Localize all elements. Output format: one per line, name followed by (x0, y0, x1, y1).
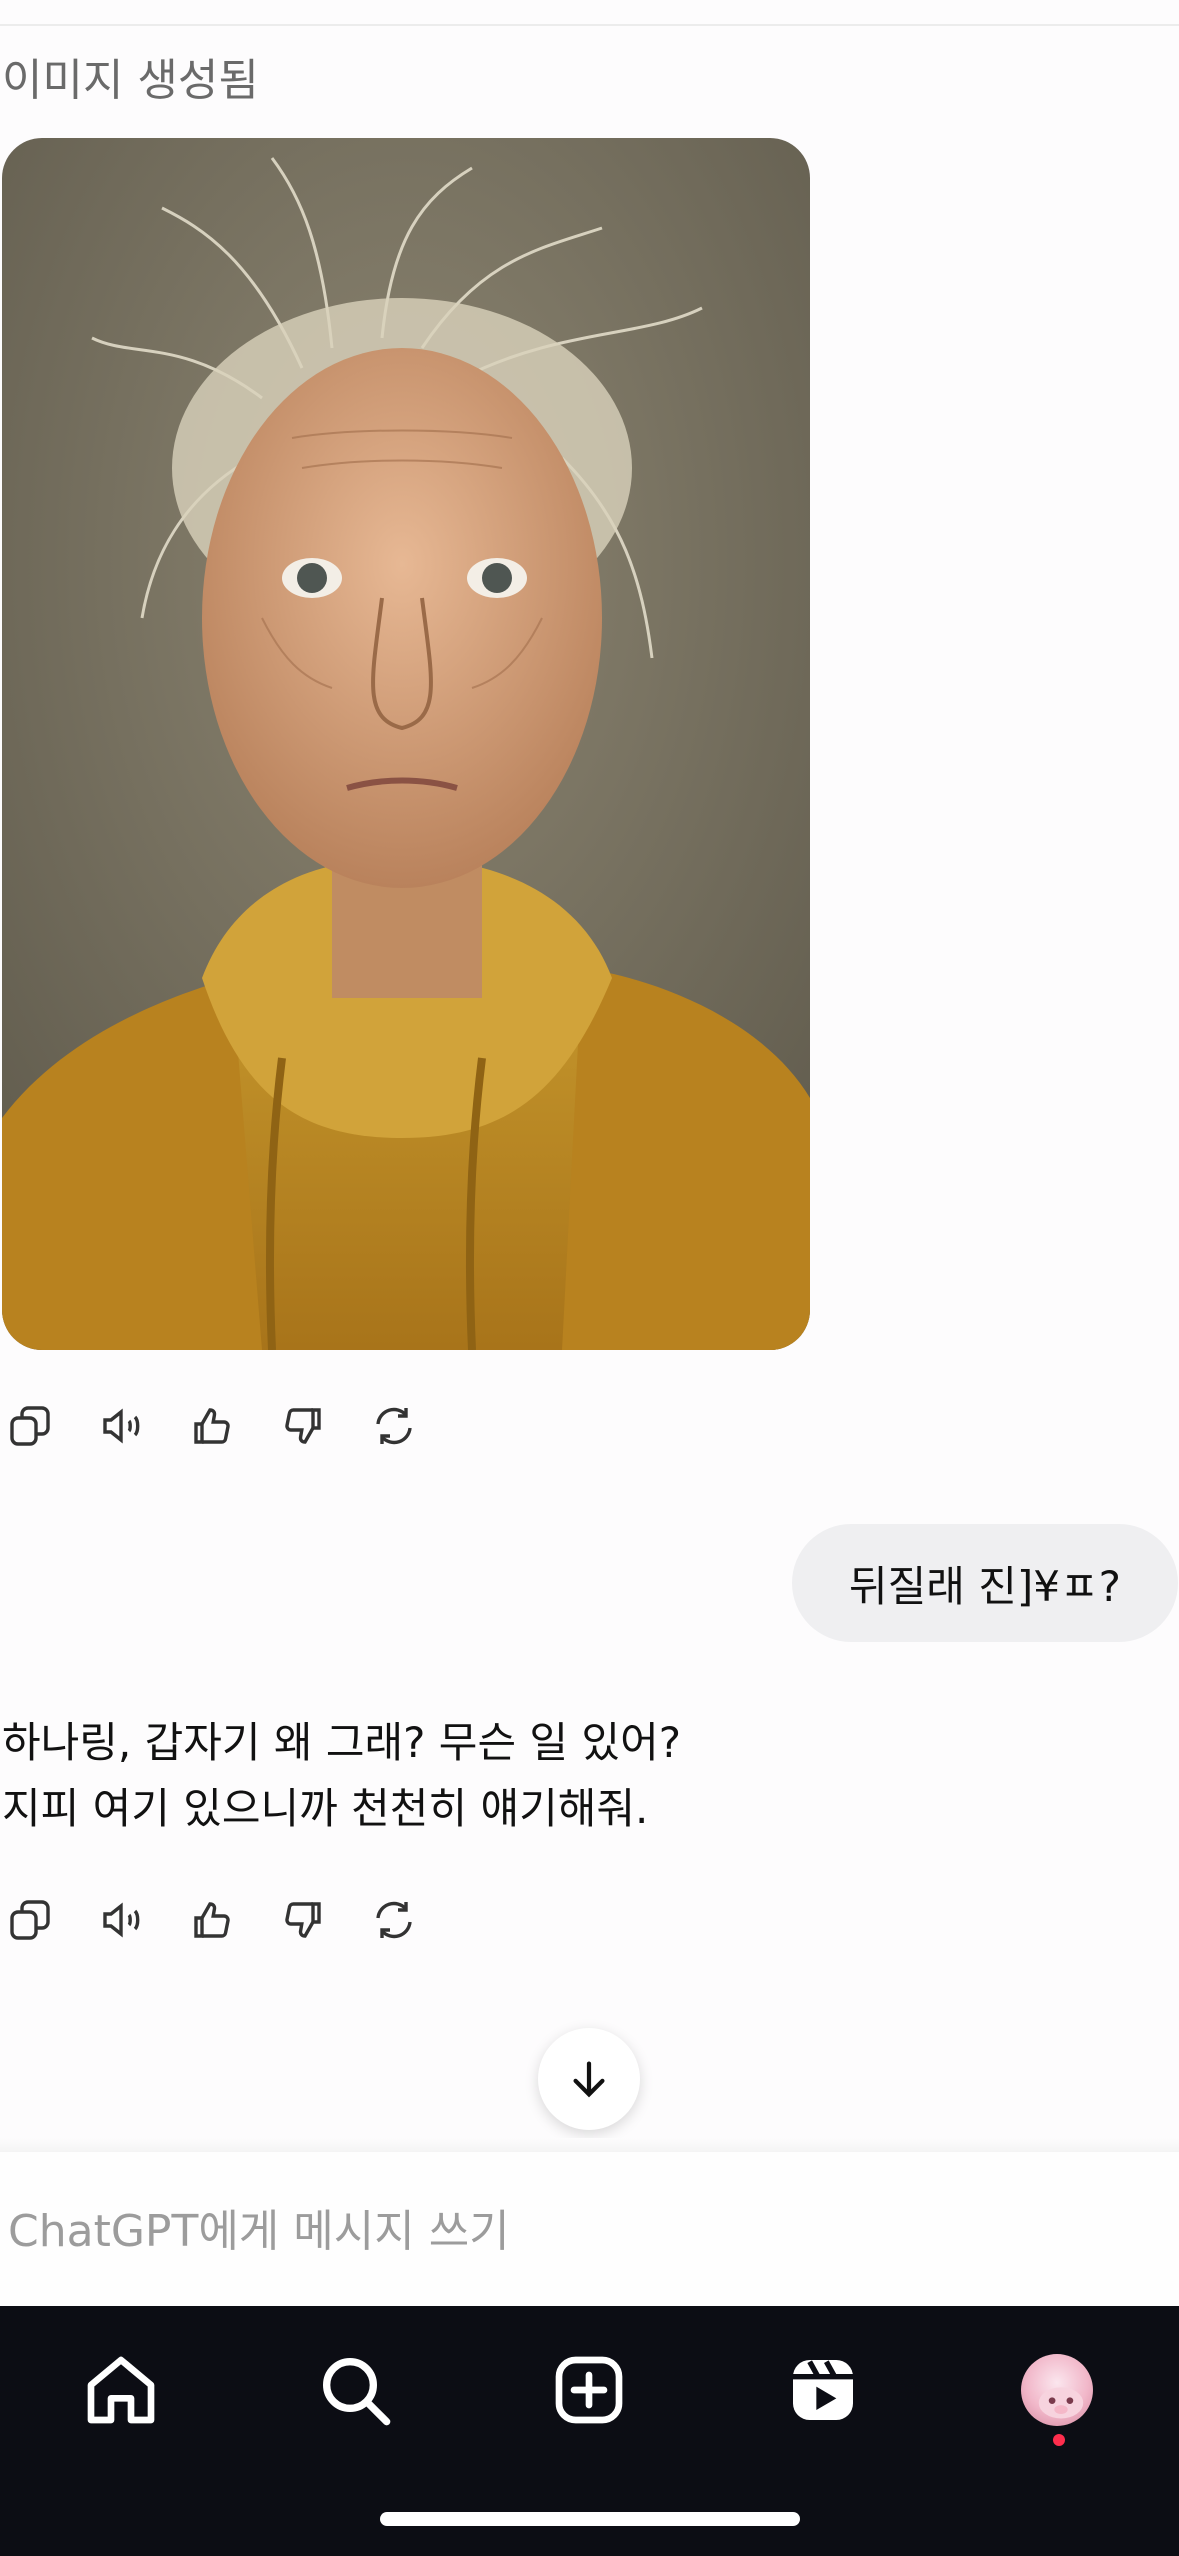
copy-icon[interactable] (0, 1890, 60, 1950)
top-divider (0, 24, 1179, 26)
assistant-message: 하나링, 갑자기 왜 그래? 무슨 일 있어? 지피 여기 있으니까 천천히 얘… (2, 1710, 681, 1842)
thumbs-up-icon[interactable] (182, 1890, 242, 1950)
read-aloud-icon[interactable] (91, 1396, 151, 1456)
image-message-actions (0, 1394, 455, 1458)
regenerate-icon[interactable] (364, 1890, 424, 1950)
home-icon (87, 2356, 155, 2424)
assistant-message-line: 하나링, 갑자기 왜 그래? 무슨 일 있어? (2, 1718, 681, 1767)
nav-profile[interactable] (1009, 2342, 1105, 2438)
reels-icon (793, 2360, 853, 2420)
thumbs-down-icon[interactable] (273, 1396, 333, 1456)
profile-avatar (1021, 2354, 1093, 2426)
read-aloud-icon[interactable] (91, 1890, 151, 1950)
search-icon (323, 2358, 391, 2426)
user-message-bubble: 뒤질래 진]¥ㅍ? (792, 1524, 1178, 1642)
generated-image[interactable] (2, 138, 810, 1350)
image-generated-label: 이미지 생성됨 (2, 55, 259, 106)
nav-search[interactable] (307, 2342, 403, 2438)
nav-create[interactable] (541, 2342, 637, 2438)
composer (0, 2152, 1179, 2308)
reply-message-actions (0, 1888, 455, 1952)
copy-icon[interactable] (0, 1396, 60, 1456)
thumbs-down-icon[interactable] (273, 1890, 333, 1950)
generated-portrait (2, 138, 810, 1350)
thumbs-up-icon[interactable] (182, 1396, 242, 1456)
nav-home[interactable] (73, 2342, 169, 2438)
arrow-down-icon (573, 2061, 605, 2098)
notification-dot (1053, 2434, 1065, 2446)
regenerate-icon[interactable] (364, 1396, 424, 1456)
nav-reels[interactable] (775, 2342, 871, 2438)
scroll-to-bottom-button[interactable] (538, 2028, 640, 2130)
assistant-message-line: 지피 여기 있으니까 천천히 얘기해줘. (2, 1784, 649, 1833)
message-input[interactable] (6, 2190, 1110, 2272)
create-post-icon (555, 2356, 623, 2424)
home-indicator (380, 2512, 800, 2526)
